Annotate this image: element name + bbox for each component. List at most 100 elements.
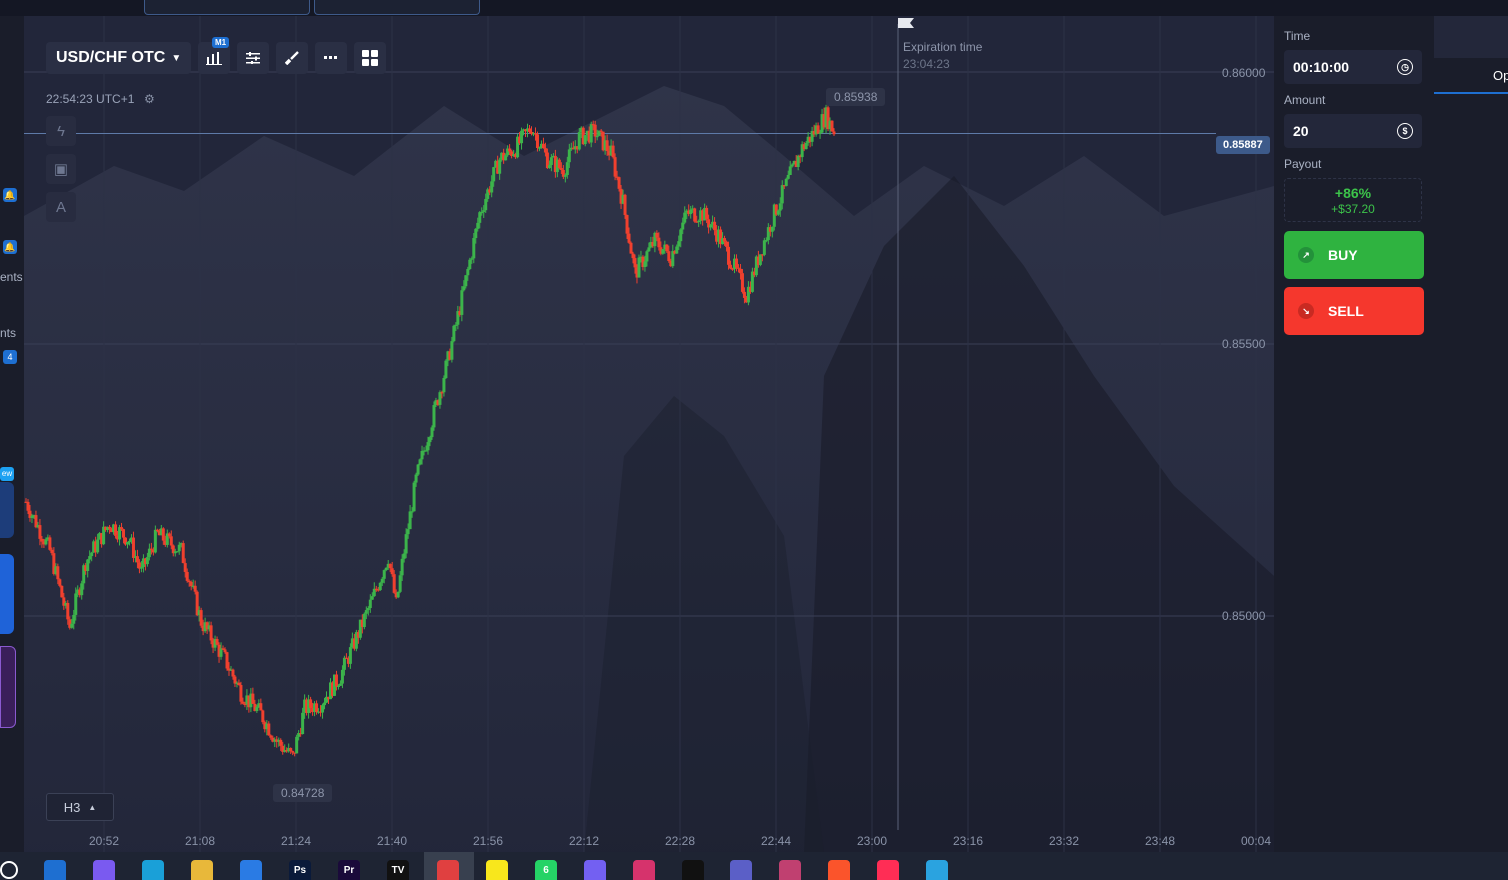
candle-bear [149,548,153,550]
buy-button[interactable]: ↗ BUY [1284,231,1424,279]
candle-bull [537,147,541,149]
candle-bear [334,674,338,687]
file-explorer-icon[interactable] [191,860,213,880]
top-tab-1[interactable] [144,0,310,15]
candle-bull [412,482,416,512]
candle-bear [189,581,193,587]
candle-bull [96,539,100,553]
notification-badge-icon[interactable]: 🔔 [3,240,17,254]
candle-bear [742,291,746,298]
time-field[interactable]: 00:10:00 ◷ [1284,50,1422,84]
expiration-info: Expiration time 23:04:23 [903,39,982,73]
snapchat-icon[interactable] [486,860,508,880]
gift-icon[interactable]: ▣ [46,154,76,184]
gear-icon[interactable]: ⚙ [144,92,155,106]
candle-bear [541,143,545,149]
brave-icon[interactable] [828,860,850,880]
photoshop-icon[interactable]: Ps [289,860,311,880]
candle-bull [492,167,496,182]
sidebar-label[interactable]: ents [0,270,23,284]
candle-bull [683,212,687,223]
time-axis-label: 23:16 [953,834,984,848]
candle-bull [301,712,305,735]
candle-bear [181,543,185,564]
text-icon[interactable]: A [46,192,76,222]
telegram-icon[interactable] [926,860,948,880]
candle-bull [340,669,344,684]
candle-bear [309,699,313,709]
candle-bear [56,566,60,580]
candle-bear [167,533,171,537]
sidebar-label[interactable]: nts [0,326,16,340]
dollar-icon[interactable]: $ [1397,123,1413,139]
top-tab-2[interactable] [314,0,480,15]
viber-icon[interactable] [584,860,606,880]
candle-bull [438,392,442,405]
candle-bear [38,525,42,539]
candle-bull [426,442,430,451]
outlook-icon[interactable] [44,860,66,880]
timeframe-selector[interactable]: H3 ▲ [46,793,114,821]
sell-button[interactable]: ↘ SELL [1284,287,1424,335]
tradingview-icon[interactable]: TV [387,860,409,880]
tiktok-icon[interactable] [682,860,704,880]
candle-bull [595,135,599,138]
amount-field[interactable]: 20 $ [1284,114,1422,148]
candle-bear [50,549,54,554]
candle-bear [830,120,834,132]
candle-bull [323,702,327,706]
candle-bull [583,135,587,145]
time-axis-label: 21:40 [377,834,408,848]
drawing-tools-button[interactable] [276,42,309,74]
youtube-music-icon[interactable] [877,860,899,880]
candle-bear [40,538,44,542]
promo-card[interactable] [0,554,14,634]
promo-card[interactable] [0,482,14,538]
premiere-icon[interactable]: Pr [338,860,360,880]
app-icon[interactable] [779,860,801,880]
candle-bear [657,237,661,248]
copilot-icon[interactable] [93,860,115,880]
timeframe-label: H3 [63,799,81,815]
candle-bull [368,599,372,609]
candle-bull [80,583,84,596]
candles-layer [24,104,836,757]
candle-bear [185,571,189,581]
clock-icon[interactable]: ◷ [1397,59,1413,75]
whatsapp-icon[interactable]: 6 [535,860,557,880]
search-icon[interactable] [0,861,18,879]
lightning-icon[interactable]: ϟ [46,116,76,146]
dots-icon [324,56,338,59]
promo-card[interactable] [0,646,16,728]
indicators-button[interactable] [237,42,270,74]
candle-bear [557,159,561,168]
candle-bull [400,558,404,576]
edge-icon[interactable] [142,860,164,880]
price-chart[interactable] [24,16,1274,852]
asset-selector[interactable]: USD/CHF OTC ▼ [46,42,192,74]
instagram-icon[interactable] [633,860,655,880]
candle-bull [784,178,788,186]
candle-bull [661,249,665,254]
candle-bear [135,556,139,563]
candle-bear [593,124,597,137]
arrow-up-right-icon: ↗ [1298,247,1314,263]
more-button[interactable] [315,42,348,74]
candle-bull [470,258,474,260]
teams-icon[interactable] [730,860,752,880]
notification-badge-icon[interactable]: 🔔 [3,188,17,202]
panel-tab-area [1434,16,1508,58]
price-axis-label: 0.86000 [1222,66,1266,80]
candle-bear [199,610,203,626]
opened-tab[interactable]: Op [1434,58,1508,94]
candle-bull [380,578,384,583]
new-badge: ew [0,467,14,481]
chrome-icon[interactable] [437,860,459,880]
candle-bull [44,539,48,545]
candle-bull [88,556,92,560]
price-axis-label: 0.85000 [1222,609,1266,623]
candle-bear [251,693,255,704]
store-icon[interactable] [240,860,262,880]
candle-bear [832,131,836,135]
layout-button[interactable] [354,42,387,74]
